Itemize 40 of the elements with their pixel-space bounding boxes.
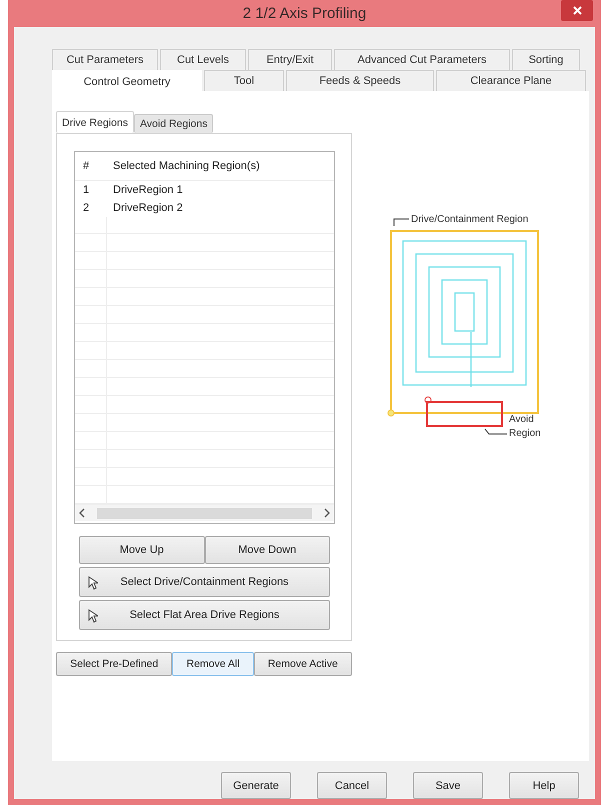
column-header[interactable]: # [75, 160, 107, 172]
scroll-right-icon[interactable] [323, 508, 331, 518]
tab[interactable]: Tool [204, 70, 284, 91]
scrollbar[interactable] [75, 504, 334, 521]
close-button[interactable] [561, 0, 593, 21]
table-cell-text: DriveRegion 1 [112, 184, 183, 196]
scroll-left-icon[interactable] [78, 508, 86, 518]
region-label: Drive/Containment Region [411, 214, 528, 225]
tab[interactable]: Sorting [512, 49, 580, 70]
close-icon [572, 6, 582, 15]
tab[interactable]: Feeds & Speeds [286, 70, 434, 91]
tab[interactable]: Drive Regions [56, 111, 134, 133]
table-cell-text: DriveRegion 2 [112, 202, 183, 214]
list-button[interactable]: Select Pre-Defined [56, 652, 172, 676]
move-button[interactable]: Move Up [79, 536, 204, 564]
column-header[interactable]: Selected Machining Region(s) [107, 160, 260, 172]
select-button[interactable]: Select Flat Area Drive Regions [79, 600, 330, 630]
region-label: Avoid Region [509, 414, 541, 439]
tab[interactable]: Cut Levels [160, 49, 246, 70]
list-button[interactable]: Remove Active [254, 652, 352, 676]
tab[interactable]: Control Geometry [52, 70, 202, 92]
move-button[interactable]: Move Down [204, 536, 330, 564]
footer-button[interactable]: Help [509, 772, 579, 799]
tab[interactable]: Cut Parameters [52, 49, 158, 70]
cursor-icon [88, 576, 98, 590]
leader-line [394, 218, 410, 226]
table-cell-text: 1 [82, 184, 90, 196]
tab[interactable]: Avoid Regions [134, 114, 214, 133]
tab[interactable]: Advanced Cut Parameters [334, 49, 510, 70]
select-button[interactable]: Select Drive/Containment Regions [79, 567, 330, 597]
footer-button[interactable]: Generate [221, 772, 291, 799]
window-title: 2 1/2 Axis Profiling [242, 5, 366, 22]
table-cell-text: 2 [82, 202, 90, 214]
tab[interactable]: Clearance Plane [436, 70, 586, 91]
tab[interactable]: Entry/Exit [248, 49, 332, 70]
footer-button[interactable]: Save [413, 772, 483, 799]
list-button[interactable]: Remove All [172, 652, 254, 676]
leader-line [484, 428, 508, 434]
footer-button[interactable]: Cancel [317, 772, 387, 799]
cursor-icon [88, 609, 98, 623]
